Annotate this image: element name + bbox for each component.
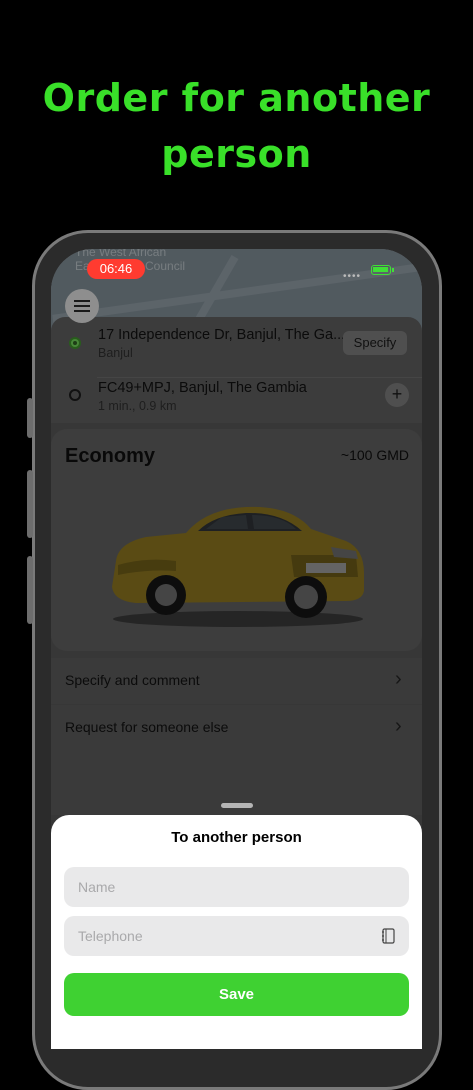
telephone-input[interactable] (64, 916, 374, 956)
sheet-title: To another person (171, 829, 302, 846)
menu-icon (74, 300, 90, 302)
battery-icon (371, 265, 394, 275)
menu-icon (74, 310, 90, 312)
phone-volume-up (27, 470, 33, 538)
battery-level (373, 267, 388, 272)
phone-mute-switch (27, 398, 33, 438)
name-input[interactable] (64, 867, 374, 907)
save-button[interactable]: Save (64, 973, 409, 1016)
sheet-grabber[interactable] (221, 803, 253, 808)
headline-line-1: Order for another (42, 76, 431, 120)
phone-volume-down (27, 556, 33, 624)
name-field-container (64, 867, 409, 907)
phone-screen: The West African Ea Council Economy ~100… (51, 249, 422, 1049)
telephone-field-container (64, 916, 409, 956)
headline-line-2: person (161, 132, 312, 176)
status-time: 06:46 (87, 259, 145, 279)
another-person-sheet: To another person Save (51, 815, 422, 1049)
menu-icon (74, 305, 90, 307)
menu-button[interactable] (65, 289, 99, 323)
promo-headline: Order for another person (0, 70, 473, 182)
contacts-book-icon[interactable] (381, 928, 395, 944)
signal-icon: •••• (343, 271, 362, 282)
